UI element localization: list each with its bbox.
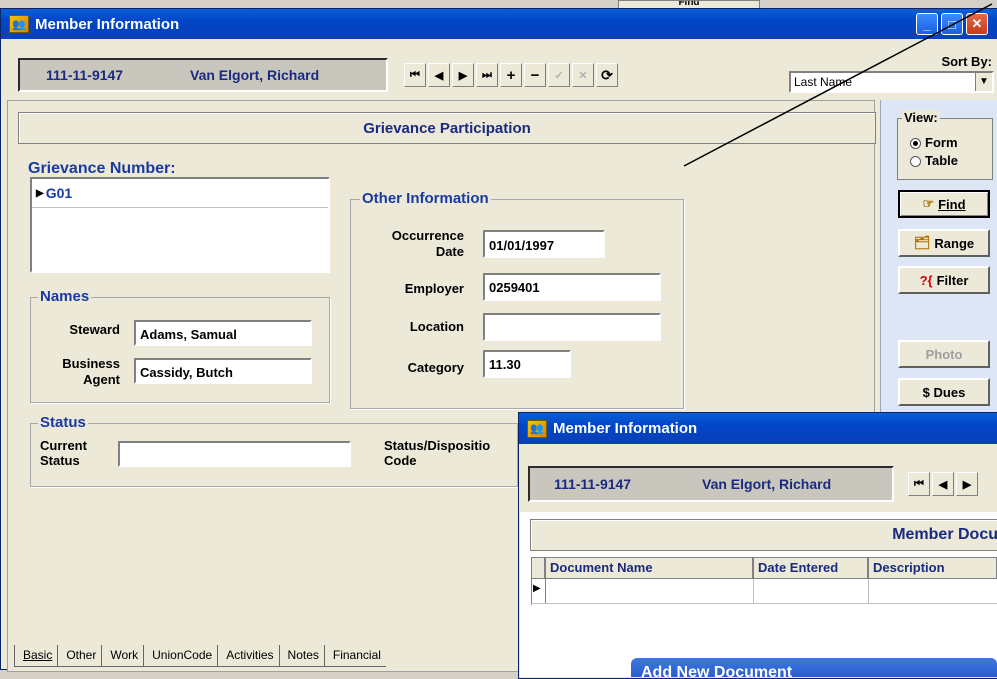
main-window-title: Member Information [35, 15, 180, 33]
dialog-title: Add New Document [641, 664, 793, 677]
second-section-title: Member Docu [530, 519, 997, 551]
status-disposition-label: Status/Dispositio [384, 438, 491, 453]
range-button[interactable]: 🗂 Range [898, 229, 990, 257]
form-tabs: Basic Other Work UnionCode Activities No… [14, 645, 386, 667]
second-next-record-button[interactable]: ▶ [956, 472, 978, 496]
second-member-name: Van Elgort, Richard [702, 476, 832, 492]
grid-corner [531, 557, 545, 579]
row-divider [753, 579, 754, 603]
previous-record-button[interactable]: ◀ [428, 63, 450, 87]
code-label: Code [384, 453, 417, 468]
first-record-button[interactable]: ⏮ [404, 63, 426, 87]
table-row[interactable]: ▶ [531, 579, 997, 604]
row-divider [868, 579, 869, 603]
row-selector-icon: ▶ [533, 583, 541, 594]
names-group [30, 297, 330, 403]
category-field[interactable]: 11.30 [483, 350, 571, 378]
next-record-button[interactable]: ▶ [452, 63, 474, 87]
column-description[interactable]: Description [868, 557, 997, 579]
member-id-display: 111-11-9147 Van Elgort, Richard [18, 58, 388, 92]
tab-notes[interactable]: Notes [278, 645, 324, 667]
row-selector-icon: ▶ [36, 187, 44, 199]
employer-label: Employer [404, 281, 464, 296]
app-icon-2: 👥 [527, 419, 547, 438]
filter-icon: ?{ [919, 272, 933, 288]
tab-financial[interactable]: Financial [323, 645, 386, 667]
find-button[interactable]: ☞ Find [898, 190, 990, 218]
current-label: Current [40, 438, 87, 453]
second-title-bar[interactable]: 👥 Member Information [519, 413, 997, 444]
last-record-button[interactable]: ⏭ [476, 63, 498, 87]
grievance-number-label: Grievance Number: [28, 160, 176, 177]
tab-unioncode[interactable]: UnionCode [143, 645, 218, 667]
grievance-number-value: G01 [45, 185, 73, 201]
location-field[interactable] [483, 313, 661, 341]
current-status-field[interactable] [118, 441, 351, 467]
app-icon: 👥 [9, 15, 29, 33]
save-record-icon[interactable]: ✓ [548, 63, 570, 87]
employer-field[interactable]: 0259401 [483, 273, 661, 301]
tab-basic[interactable]: Basic [14, 645, 58, 667]
list-item[interactable]: ▶ G01 [32, 179, 328, 208]
category-label: Category [407, 360, 464, 375]
grievance-number-list[interactable]: ▶ G01 [30, 177, 330, 273]
second-member-id: 111-11-9147 [554, 476, 632, 492]
second-first-record-button[interactable]: ⏮ [908, 472, 930, 496]
column-document-name[interactable]: Document Name [545, 557, 753, 579]
add-record-button[interactable]: + [500, 63, 522, 87]
find-icon: ☞ [922, 196, 935, 211]
status-label: Status [40, 453, 80, 468]
undo-record-icon[interactable]: ✕ [572, 63, 594, 87]
member-name: Van Elgort, Richard [190, 67, 320, 83]
names-legend: Names [38, 288, 92, 305]
photo-button[interactable]: Photo [898, 340, 990, 368]
status-legend: Status [38, 414, 88, 431]
tab-other[interactable]: Other [57, 645, 102, 667]
business-agent-field[interactable]: Cassidy, Butch [134, 358, 312, 384]
date-label: Date [435, 244, 464, 259]
tab-activities[interactable]: Activities [217, 645, 279, 667]
column-date-entered[interactable]: Date Entered [753, 557, 868, 579]
row-divider [545, 579, 546, 603]
refresh-icon[interactable]: ⟳ [596, 63, 618, 87]
second-member-id-display: 111-11-9147 Van Elgort, Richard [528, 466, 894, 502]
delete-record-button[interactable]: − [524, 63, 546, 87]
member-id: 111-11-9147 [46, 67, 124, 83]
steward-field[interactable]: Adams, Samual [134, 320, 312, 346]
location-label: Location [409, 319, 464, 334]
add-document-dialog: Add New Document [631, 658, 997, 677]
business-label: Business [62, 356, 120, 371]
range-icon: 🗂 [913, 235, 931, 250]
annotation-arrow [683, 3, 993, 167]
second-previous-record-button[interactable]: ◀ [932, 472, 954, 496]
filter-button[interactable]: ?{ Filter [898, 266, 990, 294]
occurrence-label: Occurrence [391, 228, 464, 243]
second-window-title: Member Information [553, 420, 698, 437]
occurrence-date-field[interactable]: 01/01/1997 [483, 230, 605, 258]
other-information-legend: Other Information [360, 190, 491, 207]
tab-work[interactable]: Work [101, 645, 144, 667]
steward-label: Steward [69, 322, 120, 337]
agent-label: Agent [83, 372, 120, 387]
dues-button[interactable]: $ Dues [898, 378, 990, 406]
